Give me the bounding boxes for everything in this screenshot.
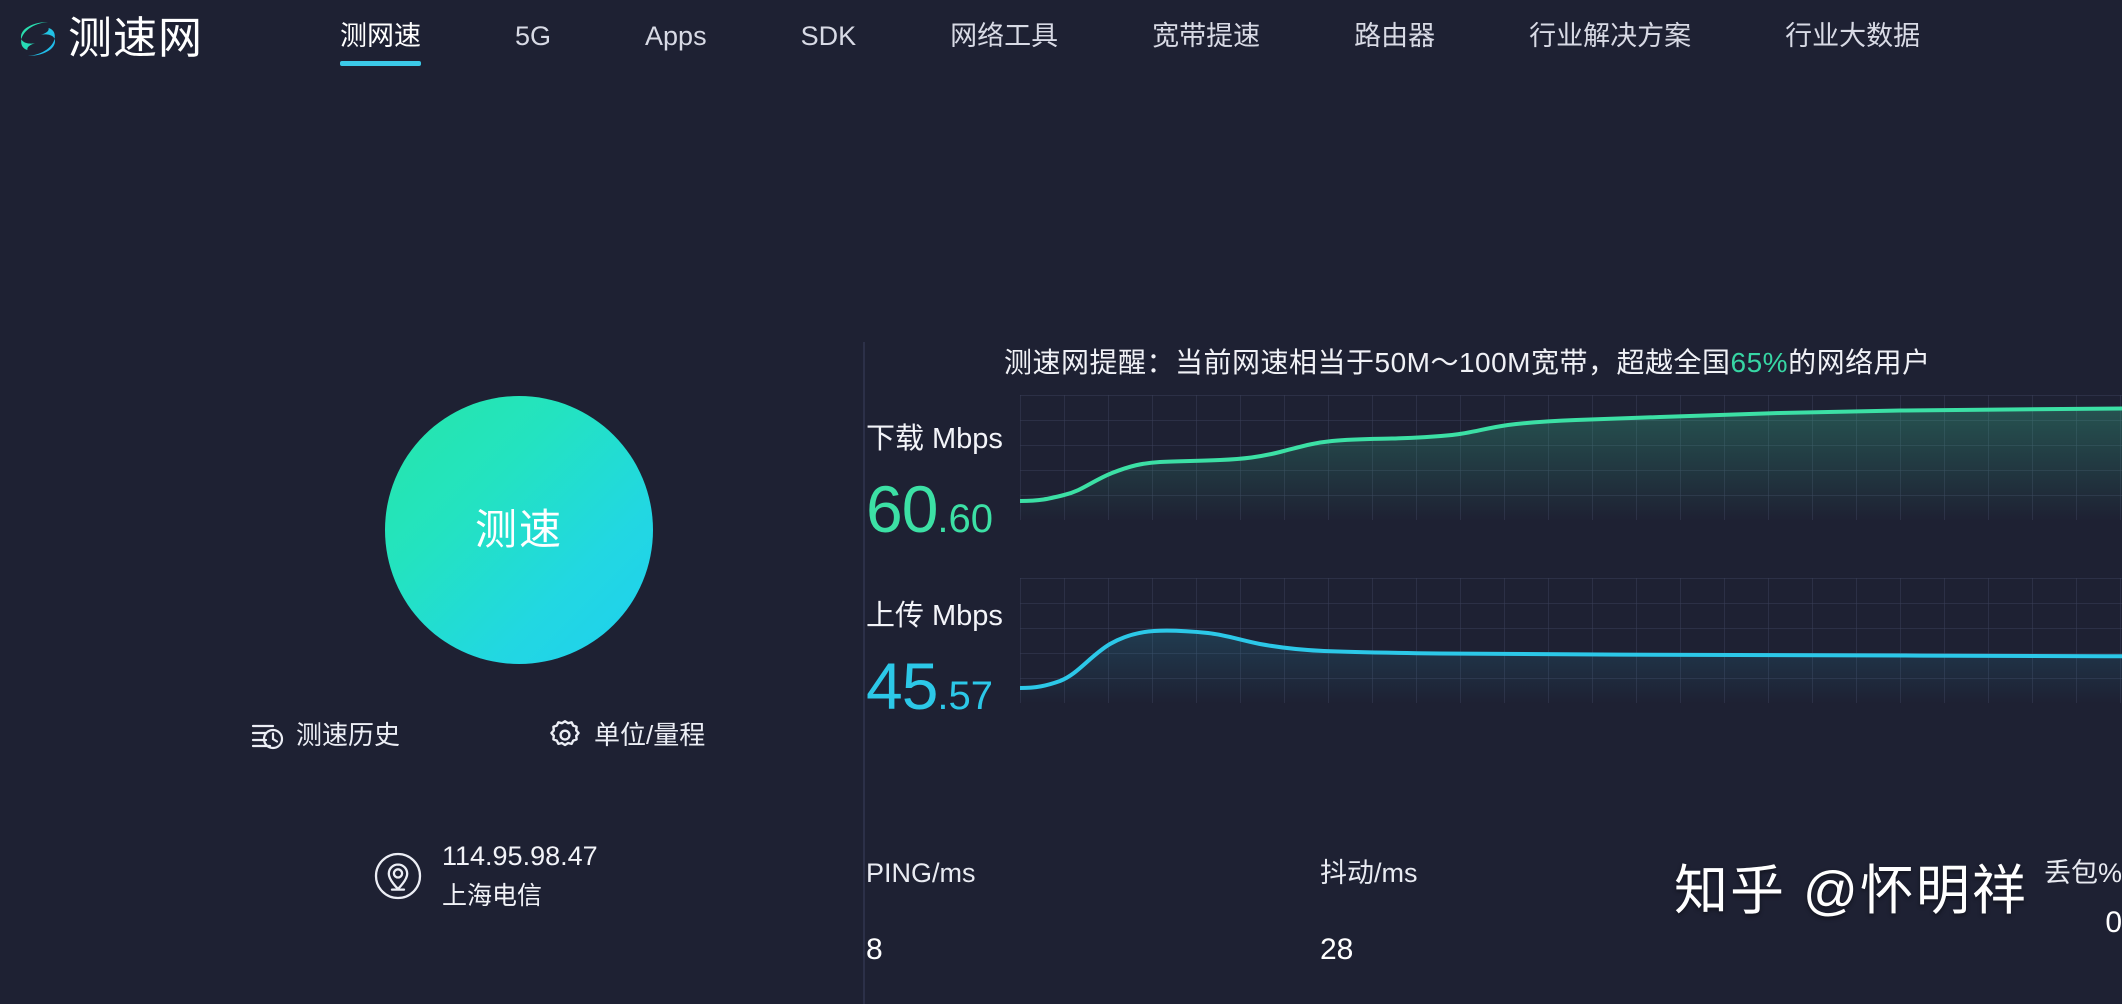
stat-ping: PING/ms 8 xyxy=(866,860,976,965)
download-metric: 下载 Mbps 60.60 xyxy=(866,425,1003,543)
nav-item-router[interactable]: 路由器 xyxy=(1354,16,1435,70)
speed-notice: 测速网提醒：当前网速相当于50M～100M宽带，超越全国65%的网络用户 xyxy=(1004,341,1931,381)
nav-item-sdk[interactable]: SDK xyxy=(801,16,857,70)
download-value-dec: .60 xyxy=(937,497,994,541)
nav-item-label: 网络工具 xyxy=(950,21,1059,51)
nav-item-label: SDK xyxy=(800,21,857,51)
upload-unit: Mbps xyxy=(932,600,1003,632)
stat-ping-value: 8 xyxy=(866,933,883,966)
nav-item-label: 宽带提速 xyxy=(1152,21,1261,51)
stat-packet-loss-value: 0 xyxy=(2105,906,2122,939)
speedtest-history-button[interactable]: 测速历史 xyxy=(250,718,400,752)
nav-active-underline xyxy=(340,61,421,66)
download-value: 60.60 xyxy=(866,476,1003,542)
upload-title-label: 上传 xyxy=(866,600,925,632)
upload-chart-svg xyxy=(1020,578,2122,703)
stat-jitter-value: 28 xyxy=(1320,933,1354,966)
nav-item-label: Apps xyxy=(645,21,707,51)
stat-packet-loss-label: 丢包% xyxy=(2043,858,2122,888)
nav-item-5g[interactable]: 5G xyxy=(515,16,551,70)
download-chart-svg xyxy=(1020,395,2122,520)
units-settings-label: 单位/量程 xyxy=(594,720,706,750)
nav-item-label: 路由器 xyxy=(1354,21,1436,51)
upload-title: 上传 Mbps xyxy=(866,602,1003,631)
upload-metric: 上传 Mbps 45.57 xyxy=(866,602,1003,720)
watermark: 知乎 @怀明祥 xyxy=(1674,861,2028,921)
start-speedtest-button[interactable]: 测速 xyxy=(385,396,653,664)
logo-text: 测速网 xyxy=(68,14,203,63)
stat-ping-label: PING/ms xyxy=(866,858,976,888)
location-pin-circle-icon xyxy=(374,852,422,900)
upload-value: 45.57 xyxy=(866,653,1003,719)
speedtest-history-label: 测速历史 xyxy=(296,720,401,750)
nav-item-network-tools[interactable]: 网络工具 xyxy=(950,16,1058,70)
download-value-int: 60 xyxy=(866,472,938,546)
units-settings-button[interactable]: 单位/量程 xyxy=(548,718,705,752)
isp-name: 上海电信 xyxy=(442,881,543,910)
history-list-clock-icon xyxy=(251,724,284,750)
nav-item-industry-bigdata[interactable]: 行业大数据 xyxy=(1785,16,1920,70)
speedtest-s-logo-icon xyxy=(20,22,56,56)
main-nav: 测网速 5G Apps SDK 网络工具 宽带提速 路由器 行业解决方案 行业大… xyxy=(293,0,1967,78)
download-title-label: 下载 xyxy=(866,423,925,455)
nav-item-label: 测网速 xyxy=(340,21,421,51)
upload-value-dec: .57 xyxy=(937,674,994,718)
stat-jitter-label: 抖动/ms xyxy=(1320,858,1418,888)
nav-item-label: 行业解决方案 xyxy=(1529,21,1692,51)
gear-icon xyxy=(550,720,580,747)
upload-chart xyxy=(1020,578,2122,728)
speed-notice-prefix: 测速网提醒：当前网速相当于50M～100M宽带，超越全国 xyxy=(1004,347,1731,378)
speed-notice-suffix: 的网络用户 xyxy=(1788,347,1931,378)
start-speedtest-label: 测速 xyxy=(474,506,563,553)
nav-item-label: 5G xyxy=(515,21,552,51)
stat-jitter: 抖动/ms 28 xyxy=(1320,860,1418,965)
logo[interactable]: 测速网 xyxy=(14,15,203,63)
ip-address: 114.95.98.47 xyxy=(442,841,598,871)
nav-item-apps[interactable]: Apps xyxy=(645,16,707,70)
nav-item-ceweangsu[interactable]: 测网速 xyxy=(340,16,421,70)
panel-divider xyxy=(863,342,865,1004)
nav-item-broadband-boost[interactable]: 宽带提速 xyxy=(1152,16,1260,70)
speed-notice-percent: 65% xyxy=(1730,347,1789,378)
speedtest-actions: 测速历史 单位/量程 xyxy=(250,718,705,752)
download-chart xyxy=(1020,395,2122,545)
ip-location-text: 114.95.98.47 上海电信 xyxy=(442,840,598,912)
speedtest-panel: 测速 测速历史 单位/量程 114.95.98.47 上海电信 xyxy=(0,330,866,1004)
upload-value-int: 45 xyxy=(866,649,938,723)
ip-location-block[interactable]: 114.95.98.47 上海电信 xyxy=(372,840,598,912)
download-unit: Mbps xyxy=(932,423,1003,455)
nav-item-industry-solutions[interactable]: 行业解决方案 xyxy=(1529,16,1691,70)
site-header: 测速网 测网速 5G Apps SDK 网络工具 宽带提速 路由器 行业解决方案… xyxy=(0,0,2122,78)
download-title: 下载 Mbps xyxy=(866,425,1003,454)
nav-item-label: 行业大数据 xyxy=(1785,21,1921,51)
